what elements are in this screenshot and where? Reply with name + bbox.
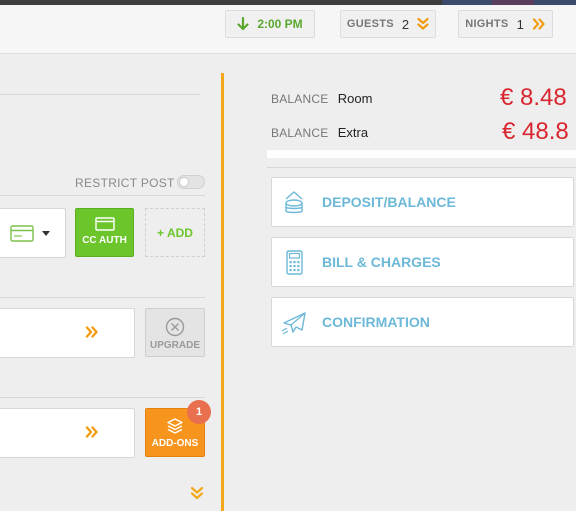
- arrival-time-button[interactable]: 2:00 PM: [225, 10, 315, 38]
- balance-amount-extra: € 48.8: [502, 118, 569, 145]
- divider-line: [0, 397, 205, 398]
- balance-panel: BALANCE Room € 8.48 BALANCE Extra € 48.8: [267, 80, 576, 152]
- double-chevron-right-icon: [85, 326, 98, 338]
- balance-amount-room: € 8.48: [500, 84, 567, 111]
- confirmation-label: CONFIRMATION: [322, 314, 430, 330]
- calculator-icon: [286, 250, 303, 275]
- double-chevron-right-icon: [85, 426, 98, 438]
- double-chevron-down-icon[interactable]: [190, 486, 204, 500]
- bill-charges-button[interactable]: BILL & CHARGES: [271, 237, 574, 287]
- upgrade-label: UPGRADE: [149, 340, 200, 351]
- restrict-post-label: RESTRICT POST: [75, 176, 175, 190]
- balance-type: Room: [337, 91, 373, 106]
- paper-plane-icon: [281, 312, 306, 335]
- balance-underline: [267, 150, 576, 158]
- divider-line: [0, 297, 205, 298]
- layers-icon: [167, 418, 183, 434]
- balance-key: BALANCE: [271, 92, 329, 106]
- divider-line: [0, 94, 200, 95]
- cc-auth-label: CC AUTH: [82, 235, 127, 246]
- credit-card-icon: [10, 225, 34, 242]
- guests-count: 2: [401, 16, 410, 32]
- arrow-down-icon: [237, 17, 249, 31]
- balance-row-extra: BALANCE Extra: [271, 125, 368, 140]
- bill-charges-label: BILL & CHARGES: [322, 254, 441, 270]
- balance-type: Extra: [337, 125, 369, 140]
- add-label: + ADD: [157, 225, 193, 240]
- room-upgrade-row[interactable]: [0, 308, 135, 358]
- deposit-balance-label: DEPOSIT/BALANCE: [322, 194, 456, 210]
- coins-icon: [285, 191, 303, 214]
- addons-row[interactable]: [0, 408, 135, 458]
- confirmation-button[interactable]: CONFIRMATION: [271, 297, 574, 347]
- caret-down-icon: [42, 231, 50, 236]
- close-circle-icon: [165, 317, 185, 337]
- nights-label: NIGHTS: [465, 18, 509, 30]
- column-divider: [221, 73, 224, 511]
- double-chevron-right-icon: [532, 18, 545, 30]
- cc-auth-button[interactable]: CC AUTH: [75, 208, 134, 257]
- balance-key: BALANCE: [271, 126, 329, 140]
- nights-count: 1: [516, 16, 524, 32]
- divider-line: [267, 167, 576, 168]
- nights-selector[interactable]: NIGHTS 1: [458, 10, 553, 38]
- double-chevron-down-icon: [417, 17, 429, 30]
- deposit-balance-button[interactable]: DEPOSIT/BALANCE: [271, 177, 574, 227]
- addons-label: ADD-ONS: [151, 438, 199, 449]
- balance-row-room: BALANCE Room: [271, 91, 372, 106]
- divider-line: [0, 195, 205, 196]
- upgrade-button[interactable]: UPGRADE: [145, 308, 205, 357]
- guests-label: GUESTS: [346, 18, 394, 30]
- card-type-select[interactable]: [0, 208, 66, 258]
- add-card-button[interactable]: + ADD: [145, 208, 205, 257]
- restrict-post-toggle[interactable]: [177, 175, 205, 189]
- credit-card-icon: [94, 217, 115, 231]
- addons-count-badge: 1: [187, 400, 211, 424]
- arrival-time: 2:00 PM: [257, 17, 303, 31]
- guests-selector[interactable]: GUESTS 2: [340, 10, 436, 38]
